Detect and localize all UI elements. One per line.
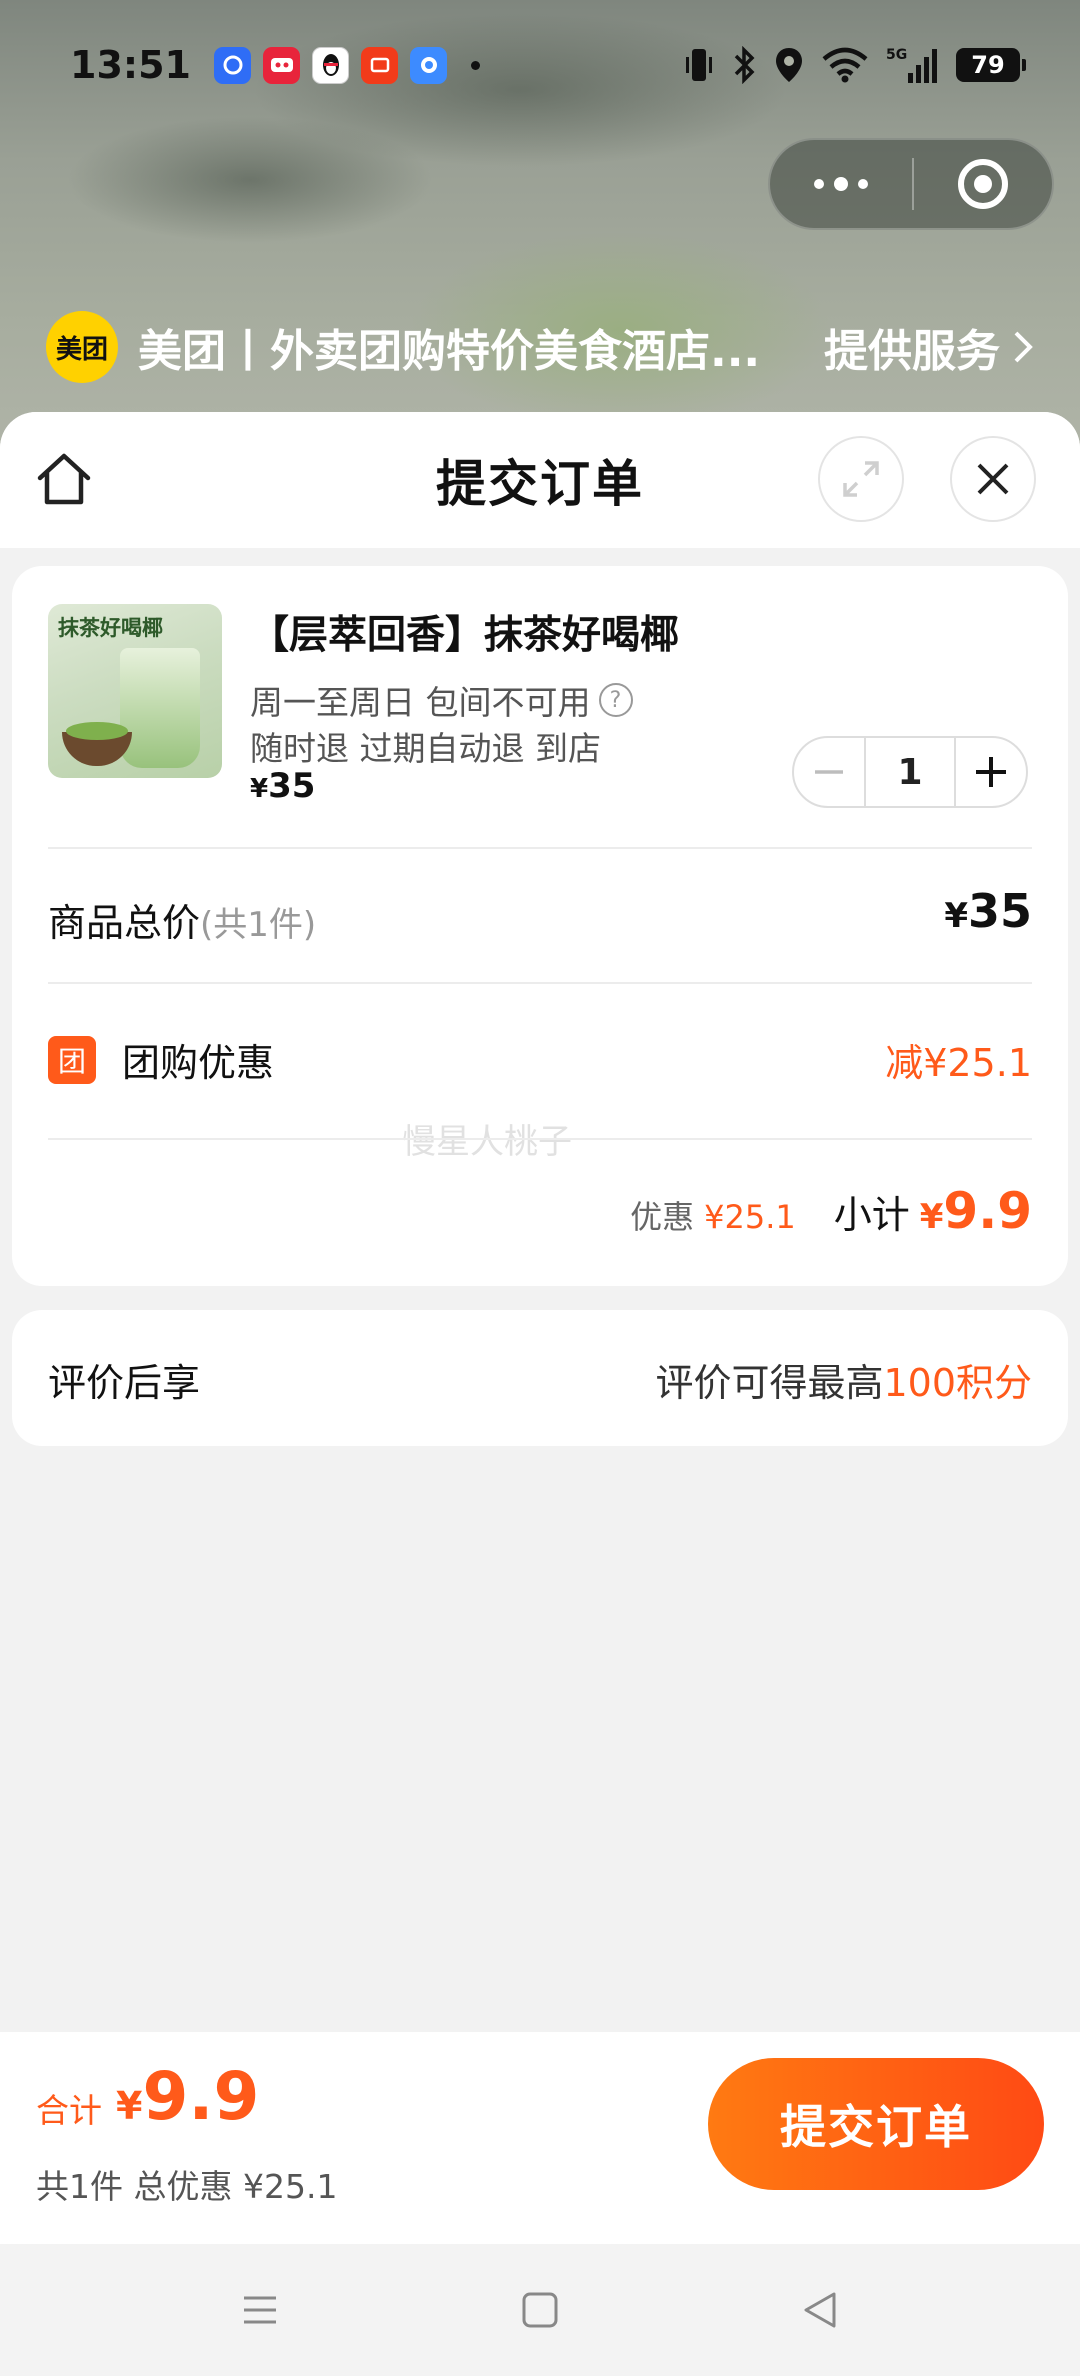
status-indicators: 5G 79 xyxy=(684,45,1026,85)
status-time: 13:51 xyxy=(70,43,191,87)
sum-label: 合计 xyxy=(36,2091,102,2130)
increase-quantity-button[interactable] xyxy=(956,738,1026,806)
more-dot-icon xyxy=(814,179,824,189)
bluetooth-icon xyxy=(732,46,756,84)
review-points: 100积分 xyxy=(883,1361,1032,1405)
subtotal-amount: 9.9 xyxy=(943,1182,1032,1240)
home-nav-button[interactable] xyxy=(515,2285,565,2335)
more-options-button[interactable] xyxy=(770,140,912,228)
back-nav-button[interactable] xyxy=(795,2285,845,2335)
discount-value: ¥25.1 xyxy=(704,1198,796,1236)
matcha-cup-image xyxy=(120,648,200,768)
total-price-value: ¥35 xyxy=(944,884,1032,938)
group-buy-label: 团购优惠 xyxy=(122,1041,275,1085)
system-navigation-bar xyxy=(0,2244,1080,2376)
sum-amount: 9.9 xyxy=(142,2058,260,2135)
provider-link-label: 提供服务 xyxy=(824,326,1000,377)
minus-icon xyxy=(815,770,843,774)
location-icon xyxy=(774,46,804,84)
wifi-icon xyxy=(822,47,868,83)
review-reward-card[interactable]: 评价后享 评价可得最高100积分 xyxy=(12,1310,1068,1446)
sum-currency: ¥ xyxy=(116,2084,143,2128)
vibrate-icon xyxy=(684,45,714,85)
review-label: 评价后享 xyxy=(48,1361,201,1405)
alipay-icon xyxy=(410,46,447,84)
provider-service-link[interactable]: 提供服务 xyxy=(824,315,1036,379)
divider xyxy=(48,1138,1032,1140)
total-label-text: 商品总价 xyxy=(48,901,201,945)
qq-penguin-icon xyxy=(312,46,349,84)
exit-miniprogram-button[interactable] xyxy=(914,140,1052,228)
battery-indicator: 79 xyxy=(956,48,1026,82)
provider-name: 美团丨外卖团购特价美食酒店... xyxy=(138,326,761,377)
safari-blue-icon xyxy=(214,46,251,84)
service-provider-bar[interactable]: 美团 美团丨外卖团购特价美食酒店... 提供服务 xyxy=(46,310,1036,384)
thumbnail-label: 抹茶好喝椰 xyxy=(58,616,163,640)
sheet-header: 提交订单 xyxy=(0,412,1080,548)
order-sheet: 提交订单 抹茶好喝椰 【层萃回香】抹茶好喝椰 周一至周日 包间不可用 ? 随时退… xyxy=(0,412,1080,2032)
home-icon xyxy=(37,453,91,505)
page-title: 提交订单 xyxy=(436,455,644,513)
price-currency: ¥ xyxy=(250,774,269,804)
meituan-logo: 美团 xyxy=(46,311,118,383)
group-buy-discount: 减¥25.1 xyxy=(885,1041,1032,1085)
subtotal-currency: ¥ xyxy=(919,1197,944,1237)
review-text: 评价可得最高 xyxy=(655,1361,884,1405)
target-circle-icon xyxy=(958,159,1008,209)
help-question-icon[interactable]: ? xyxy=(598,683,633,717)
square-icon xyxy=(522,2292,558,2328)
taobao-icon xyxy=(361,46,398,84)
quantity-stepper: 1 xyxy=(792,736,1028,808)
miniprogram-capsule xyxy=(768,138,1054,230)
cellular-5g-icon: 5G xyxy=(886,45,938,85)
subtotal-value: ¥9.9 xyxy=(920,1182,1032,1240)
quantity-value[interactable]: 1 xyxy=(864,738,956,806)
total-amount: 35 xyxy=(967,884,1032,938)
subtotal-row: 优惠 ¥25.1 小计 ¥9.9 xyxy=(630,1182,1032,1240)
product-usage-info: 周一至周日 包间不可用 ? xyxy=(250,676,633,724)
price-value: 35 xyxy=(268,766,316,806)
product-title: 【层萃回香】抹茶好喝椰 xyxy=(250,613,680,658)
group-buy-badge: 团 xyxy=(48,1036,96,1084)
close-button[interactable] xyxy=(950,436,1036,522)
divider xyxy=(48,847,1032,849)
decrease-quantity-button[interactable] xyxy=(794,738,864,806)
tmall-icon xyxy=(263,46,300,84)
more-dot-icon xyxy=(834,177,848,191)
menu-icon xyxy=(244,2296,276,2324)
sum-value: ¥9.9 xyxy=(116,2058,259,2135)
sum-details: 共1件 总优惠 ¥25.1 xyxy=(36,2167,338,2206)
status-bar: 13:51 5G 79 xyxy=(0,0,1080,130)
expand-icon xyxy=(843,461,879,497)
total-currency: ¥ xyxy=(944,896,968,936)
discount-label: 优惠 xyxy=(630,1198,695,1236)
total-price-label: 商品总价(共1件) xyxy=(48,892,316,947)
svg-text:5G: 5G xyxy=(886,47,907,63)
total-count: (共1件) xyxy=(200,905,317,945)
more-dot-icon xyxy=(858,179,868,189)
product-thumbnail[interactable]: 抹茶好喝椰 xyxy=(48,604,222,778)
recent-apps-button[interactable] xyxy=(235,2285,285,2335)
plus-icon xyxy=(976,757,1006,787)
home-button[interactable] xyxy=(34,450,94,510)
notification-icons xyxy=(214,46,480,84)
matcha-bowl-image xyxy=(62,722,132,766)
checkout-bar: 合计 ¥9.9 共1件 总优惠 ¥25.1 提交订单 xyxy=(0,2032,1080,2244)
submit-order-button[interactable]: 提交订单 xyxy=(708,2058,1044,2190)
usage-text: 周一至周日 包间不可用 xyxy=(250,683,591,722)
refund-policy: 随时退 过期自动退 到店 xyxy=(250,729,601,768)
review-reward-text: 评价可得最高100积分 xyxy=(655,1352,1032,1407)
product-price: ¥35 xyxy=(250,766,315,806)
expand-button[interactable] xyxy=(818,436,904,522)
subtotal-label: 小计 xyxy=(833,1193,910,1237)
divider xyxy=(48,982,1032,984)
back-triangle-icon xyxy=(804,2292,836,2328)
more-notifications-dot xyxy=(471,60,480,70)
close-icon xyxy=(977,463,1009,495)
product-card: 抹茶好喝椰 【层萃回香】抹茶好喝椰 周一至周日 包间不可用 ? 随时退 过期自动… xyxy=(12,566,1068,1286)
chevron-right-icon xyxy=(1014,331,1033,363)
